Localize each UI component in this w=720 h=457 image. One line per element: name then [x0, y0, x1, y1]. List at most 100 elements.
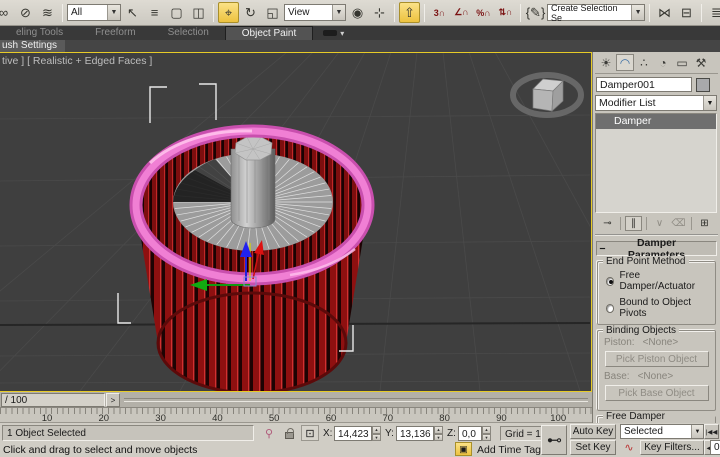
current-frame-field[interactable]: 0 [710, 440, 720, 455]
pin-stack-icon[interactable]: ⊸ [599, 216, 616, 231]
ribbon-tab-selection[interactable]: Selection [152, 26, 225, 40]
select-and-move-icon[interactable]: ⌖ [218, 2, 239, 23]
edit-named-selections-icon[interactable]: {✎} [525, 2, 546, 23]
collapse-icon: − [597, 243, 608, 255]
select-and-link-icon[interactable]: ∞ [0, 2, 14, 23]
reference-coordinate-dropdown[interactable]: View ▼ [284, 4, 346, 21]
use-pivot-center-icon[interactable]: ◉ [347, 2, 368, 23]
viewport-label[interactable]: tive ] [ Realistic + Edged Faces ] [2, 55, 152, 67]
toolbar-separator [62, 4, 63, 22]
modifier-list-dropdown[interactable]: Modifier List ▼ [595, 95, 717, 111]
spinner-snap-icon[interactable]: ⇅∩ [495, 2, 516, 23]
dropdown-arrow-icon: ▼ [691, 425, 703, 438]
stack-item-damper[interactable]: Damper [596, 114, 716, 129]
toolbar-separator [394, 4, 395, 22]
selection-filter-dropdown[interactable]: All ▼ [67, 4, 121, 21]
select-object-icon[interactable]: ↖ [122, 2, 143, 23]
utilities-tab-icon[interactable]: ⚒ [692, 54, 710, 71]
key-icon: ⊶ [547, 431, 562, 449]
select-by-name-icon[interactable]: ≡ [144, 2, 165, 23]
auto-key-button[interactable]: Auto Key [570, 424, 616, 439]
base-value: <None> [638, 371, 674, 382]
absolute-mode-icon[interactable]: ⊡ [301, 425, 319, 441]
unlink-selection-icon[interactable]: ⊘ [15, 2, 36, 23]
time-slider-track[interactable] [124, 398, 588, 402]
isolate-selection-icon[interactable]: ⚲ [260, 425, 278, 441]
ribbon-tab-freeform[interactable]: Freeform [79, 26, 152, 40]
ribbon-tabs: eling ToolsFreeformSelectionObject Paint [0, 26, 313, 40]
toolbar-separator [701, 4, 702, 22]
ribbon-options-icon[interactable]: ▾ [323, 29, 344, 38]
z-coord-field[interactable]: 0,0 [458, 426, 482, 441]
z-spinner[interactable]: ▲▼ [482, 426, 491, 441]
object-color-swatch[interactable] [696, 78, 710, 92]
selection-region-icon[interactable]: ▢ [166, 2, 187, 23]
ribbon-tab-object-paint[interactable]: Object Paint [225, 26, 313, 40]
go-to-start-icon[interactable]: |◀◀ [704, 424, 719, 439]
make-unique-icon[interactable]: ∨ [651, 216, 668, 231]
key-mode-dropdown[interactable]: Selected ▼ [620, 424, 704, 439]
dropdown-arrow-icon: ▼ [703, 96, 716, 110]
damper-object[interactable] [136, 131, 368, 391]
motion-tab-icon[interactable]: ◔ [654, 54, 672, 71]
damper-parameters-rollout[interactable]: − Damper Parameters [596, 241, 717, 256]
show-end-result-icon[interactable]: ∥ [625, 216, 642, 231]
ribbon-tab-bar: eling ToolsFreeformSelectionObject Paint… [0, 26, 720, 40]
y-coord-field[interactable]: 13,136 [396, 426, 434, 441]
display-tab-icon[interactable]: ▭ [673, 54, 691, 71]
toolbar-separator [649, 4, 650, 22]
mirror-icon[interactable]: ⋈ [654, 2, 675, 23]
keyboard-override-toggle-icon[interactable]: ⇧ [399, 2, 420, 23]
track-bar-ruler[interactable]: 102030405060708090100 [0, 408, 592, 423]
layer-manager-icon[interactable]: ≣ [706, 2, 720, 23]
toolbar-separator [520, 4, 521, 22]
pick-base-object-button[interactable]: Pick Base Object [605, 385, 709, 401]
percent-snap-icon[interactable]: %∩ [473, 2, 494, 23]
viewport[interactable]: tive ] [ Realistic + Edged Faces ] [0, 52, 592, 392]
configure-modifier-sets-icon[interactable]: ⊞ [696, 216, 713, 231]
snap-toggle-3d-icon[interactable]: 3∩ [429, 2, 450, 23]
key-filters-button[interactable]: Key Filters... [640, 440, 704, 455]
y-spinner[interactable]: ▲▼ [434, 426, 443, 441]
radio-icon [606, 304, 614, 313]
time-slider-handle[interactable]: / 100 [1, 393, 105, 407]
view-cube[interactable] [513, 75, 581, 115]
remove-modifier-icon[interactable]: ⌫ [670, 216, 687, 231]
ribbon-tab-eling-tools[interactable]: eling Tools [0, 26, 79, 40]
set-keys-button[interactable]: ⊶ [541, 425, 567, 455]
set-key-button[interactable]: Set Key [570, 440, 616, 455]
main-toolbar: ∞ ⊘ ≋ All ▼ ↖ ≡ ▢ ◫ ⌖ ↻ ◱ View ▼ ◉ ⊹ ⇧ 3… [0, 0, 720, 26]
time-tag-toggle-icon[interactable]: ▣ [455, 442, 472, 456]
hierarchy-tab-icon[interactable]: ∴ [635, 54, 653, 71]
brush-settings-panel-tab[interactable]: ush Settings [0, 40, 65, 52]
create-tab-icon[interactable]: ☀ [597, 54, 615, 71]
angle-snap-icon[interactable]: ∠∩ [451, 2, 472, 23]
radio-bound-to-pivots[interactable]: Bound to Object Pivots [606, 297, 711, 319]
base-label: Base: [604, 371, 630, 382]
modifier-stack-toolbar: ⊸ ∥ ∨ ⌫ ⊞ [595, 213, 718, 236]
time-slider: / 100 > [0, 392, 592, 408]
add-time-tag[interactable]: Add Time Tag [477, 444, 541, 456]
x-coord-field[interactable]: 14,423 [334, 426, 372, 441]
binding-objects-group: Binding Objects Piston: <None> Pick Pist… [597, 330, 716, 411]
bind-to-space-warp-icon[interactable]: ≋ [37, 2, 58, 23]
align-icon[interactable]: ⊟ [676, 2, 697, 23]
radio-free-damper[interactable]: Free Damper/Actuator [606, 270, 711, 292]
next-frame-button[interactable]: > [106, 393, 120, 407]
select-and-rotate-icon[interactable]: ↻ [240, 2, 261, 23]
select-and-manipulate-icon[interactable]: ⊹ [369, 2, 390, 23]
toolbar-separator [424, 4, 425, 22]
ribbon-panel-bar: ush Settings [0, 40, 720, 52]
modifier-stack[interactable]: Damper [595, 113, 717, 213]
selection-lock-icon[interactable] [280, 425, 298, 441]
command-panel-tabs: ☀ ◠ ∴ ◔ ▭ ⚒ [595, 53, 718, 74]
radio-icon [606, 277, 614, 286]
pick-piston-object-button[interactable]: Pick Piston Object [605, 351, 709, 367]
default-tangent-icon[interactable]: ∿ [620, 440, 638, 455]
object-name-field[interactable]: Damper001 [596, 77, 692, 92]
named-selection-set-dropdown[interactable]: Create Selection Se ▼ [547, 4, 645, 21]
x-spinner[interactable]: ▲▼ [372, 426, 381, 441]
modify-tab-icon[interactable]: ◠ [616, 54, 634, 71]
select-and-scale-icon[interactable]: ◱ [262, 2, 283, 23]
window-crossing-icon[interactable]: ◫ [188, 2, 209, 23]
